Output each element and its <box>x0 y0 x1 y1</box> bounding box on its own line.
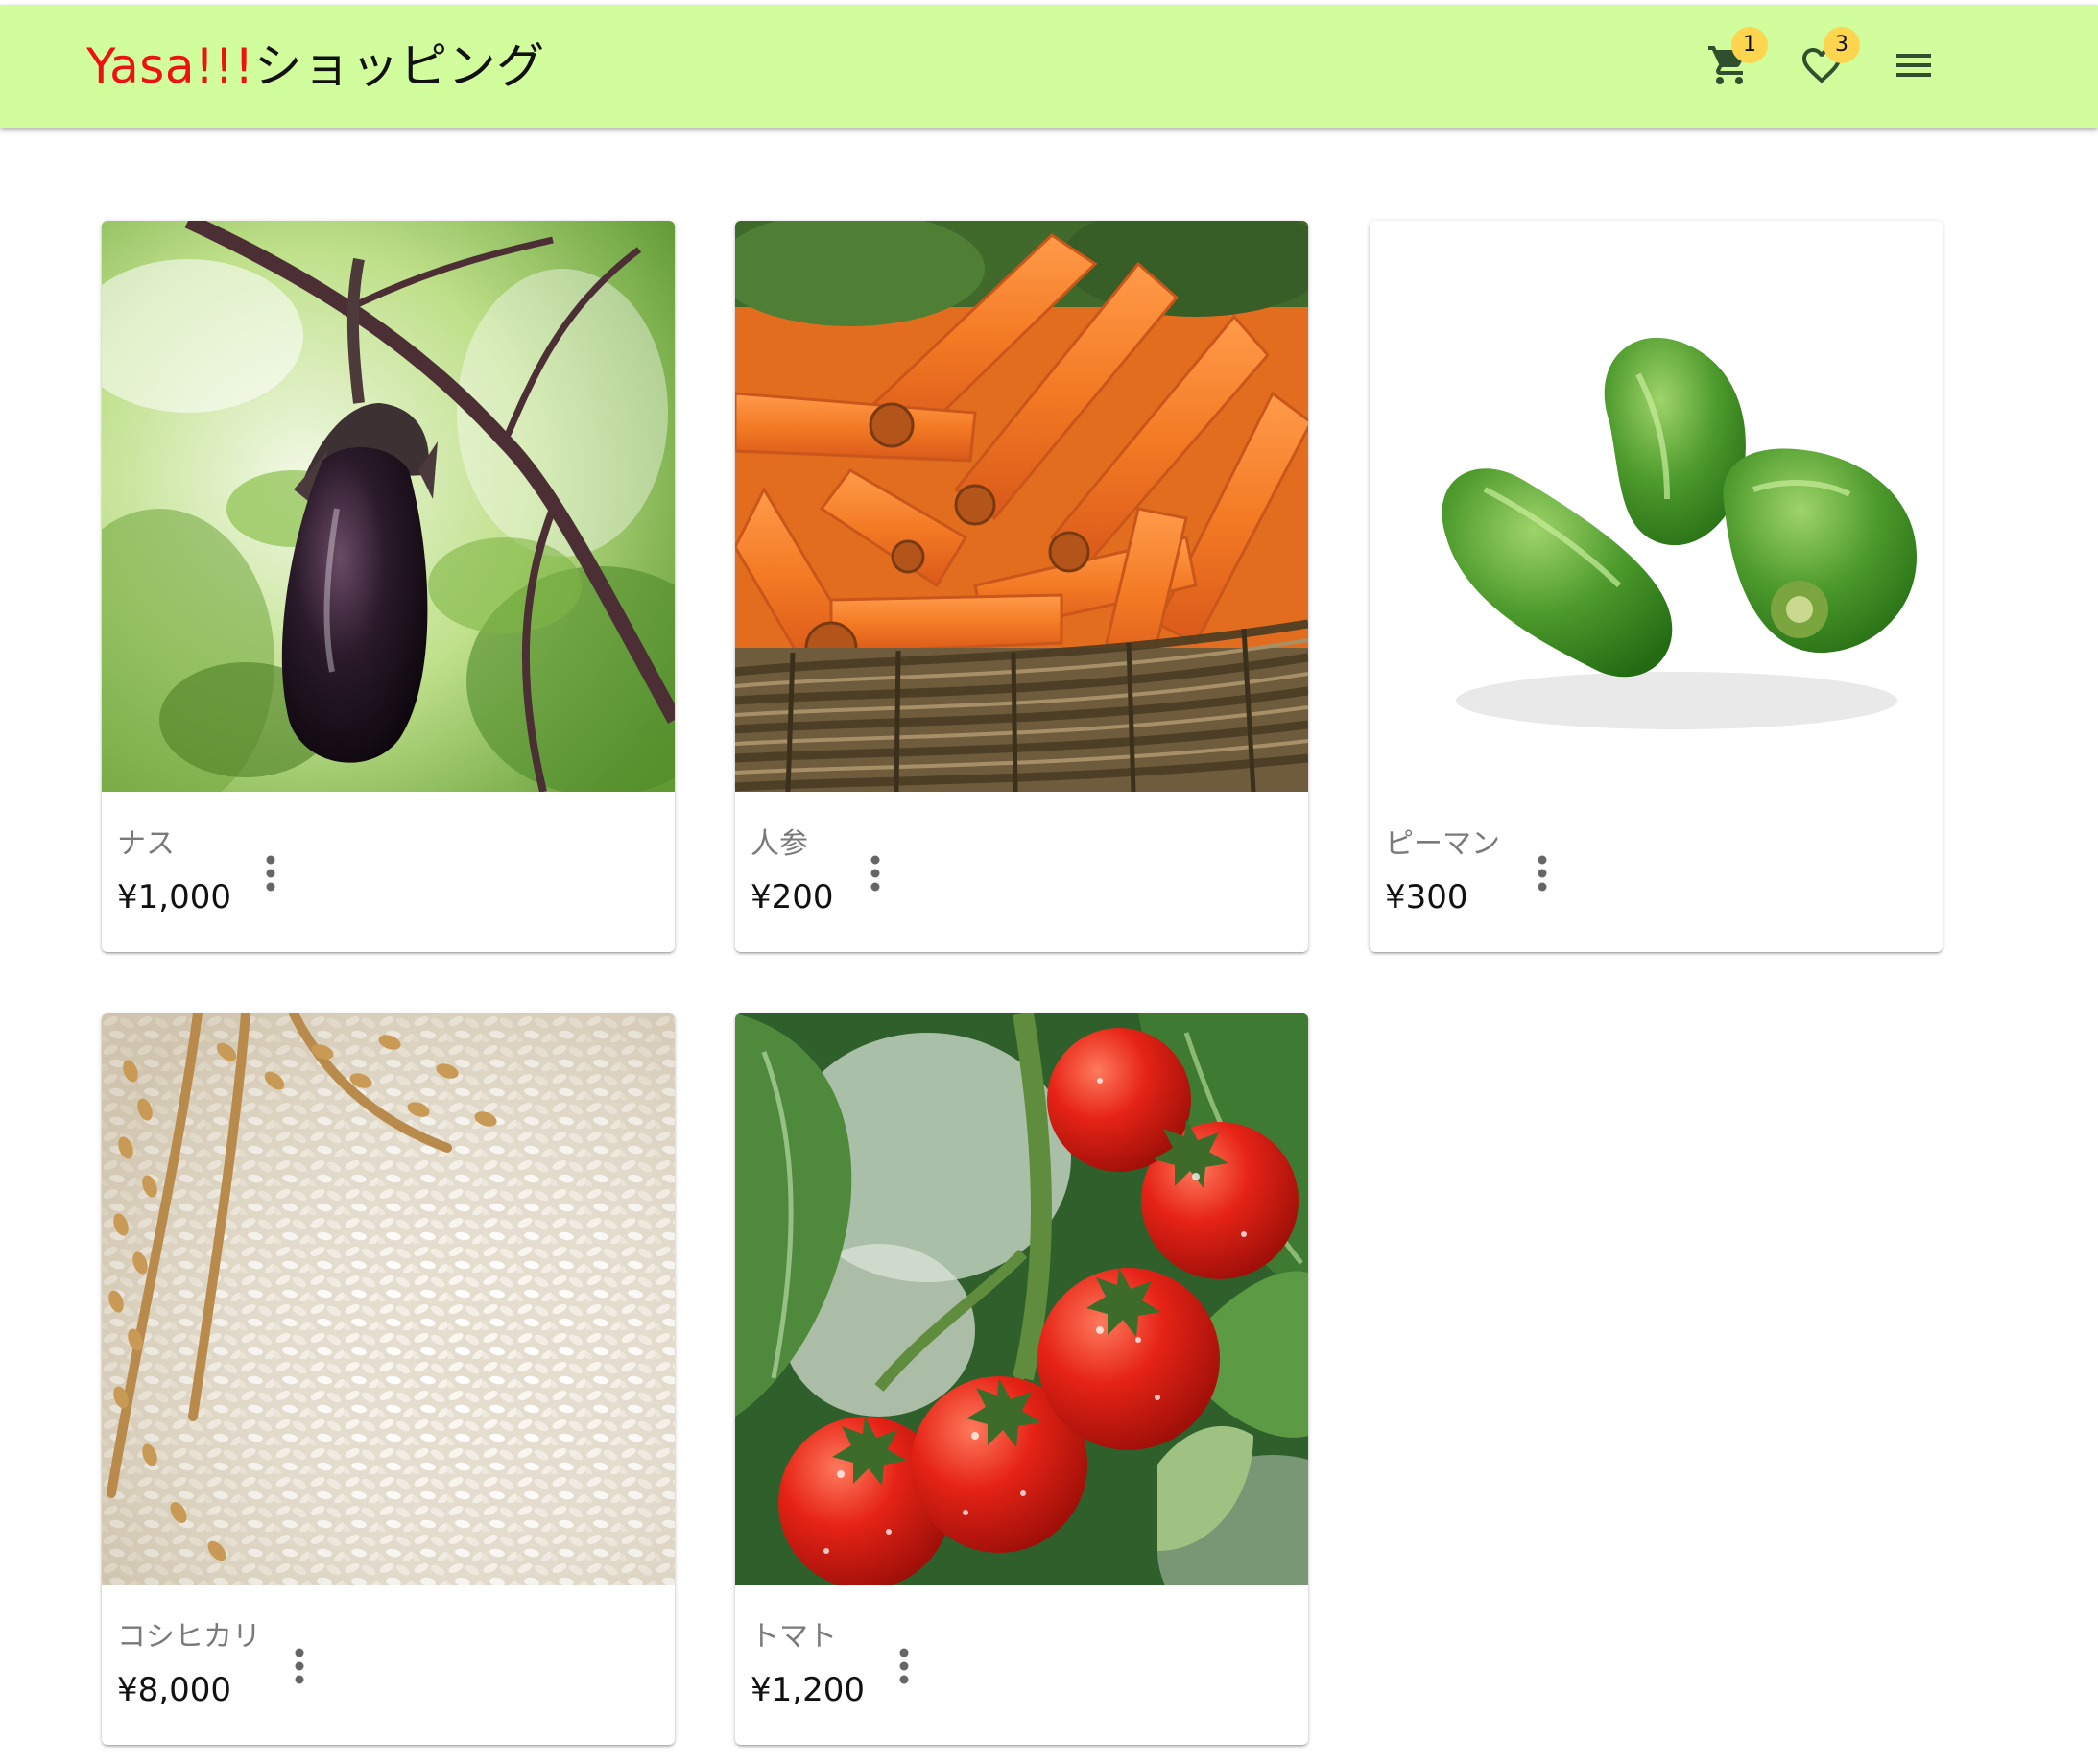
cart-count-badge: 1 <box>1731 27 1768 63</box>
product-name: コシヒカリ <box>117 1620 261 1654</box>
app-bar: Yasa!!!ショッピング 1 3 <box>0 5 2098 128</box>
more-options-button[interactable] <box>251 845 290 902</box>
more-vert-icon <box>266 855 275 892</box>
product-name: ピーマン <box>1385 827 1500 861</box>
product-image-rice[interactable] <box>102 1013 675 1585</box>
menu-icon <box>1896 54 1931 77</box>
carrots-image <box>735 221 1308 792</box>
green-peppers-image <box>1370 221 1943 792</box>
eggplant-image <box>102 221 675 792</box>
product-card[interactable]: ピーマン ¥300 <box>1370 221 1943 952</box>
product-price: ¥300 <box>1385 878 1468 917</box>
product-card[interactable]: コシヒカリ ¥8,000 <box>102 1013 675 1745</box>
product-price: ¥1,000 <box>117 878 231 917</box>
rice-image <box>102 1013 675 1585</box>
brand-title-text: ショッピング <box>253 38 545 94</box>
product-card[interactable]: ナス ¥1,000 <box>102 221 675 952</box>
brand-accent-text: Yasa!!! <box>86 38 254 94</box>
tomatoes-image <box>735 1013 1308 1585</box>
more-vert-icon <box>870 855 880 892</box>
more-options-button[interactable] <box>280 1637 319 1695</box>
product-image-tomatoes[interactable] <box>735 1013 1308 1585</box>
favorites-button[interactable]: 3 <box>1785 27 1860 102</box>
product-name: トマト <box>751 1620 837 1654</box>
product-price: ¥1,200 <box>751 1671 865 1709</box>
more-vert-icon <box>1538 855 1547 892</box>
more-vert-icon <box>899 1648 909 1684</box>
product-price: ¥200 <box>751 878 834 917</box>
more-options-button[interactable] <box>885 1637 923 1695</box>
menu-button[interactable] <box>1877 29 1950 102</box>
product-price: ¥8,000 <box>117 1671 231 1709</box>
product-card[interactable]: トマト ¥1,200 <box>735 1013 1308 1745</box>
brand-logo[interactable]: Yasa!!!ショッピング <box>86 36 545 97</box>
product-name: ナス <box>117 827 175 861</box>
product-image-carrots[interactable] <box>735 221 1308 792</box>
product-image-eggplant[interactable] <box>102 221 675 792</box>
product-card[interactable]: 人参 ¥200 <box>735 221 1308 952</box>
product-name: 人参 <box>751 827 808 861</box>
more-options-button[interactable] <box>1523 845 1562 902</box>
cart-button[interactable]: 1 <box>1693 27 1768 102</box>
more-vert-icon <box>295 1648 304 1684</box>
favorites-count-badge: 3 <box>1824 27 1860 63</box>
product-image-green-peppers[interactable] <box>1370 221 1943 792</box>
more-options-button[interactable] <box>856 845 894 902</box>
